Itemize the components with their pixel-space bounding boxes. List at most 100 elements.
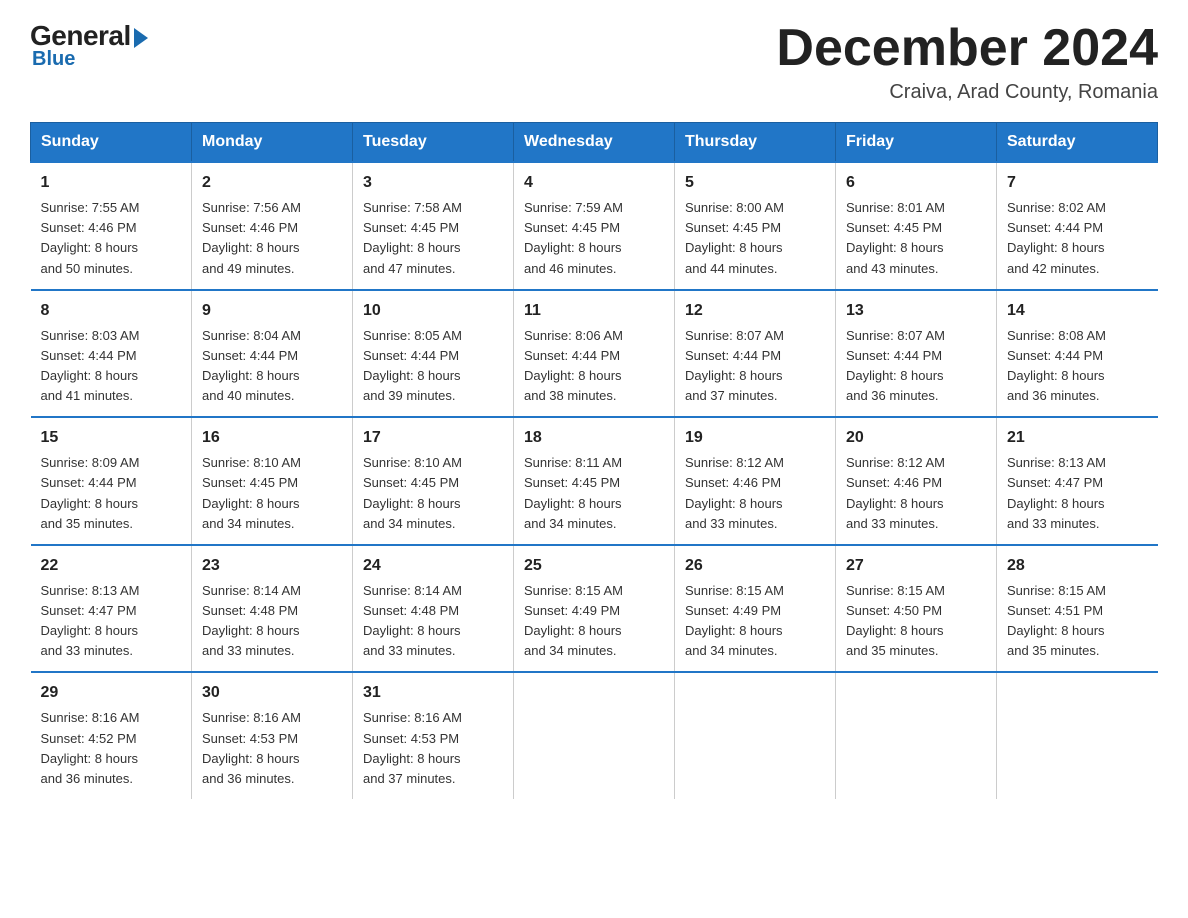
weekday-header-friday: Friday <box>836 123 997 163</box>
day-info: Sunrise: 8:13 AM Sunset: 4:47 PM Dayligh… <box>41 581 182 662</box>
title-block: December 2024 Craiva, Arad County, Roman… <box>776 20 1158 104</box>
calendar-day-cell: 26Sunrise: 8:15 AM Sunset: 4:49 PM Dayli… <box>675 545 836 673</box>
day-number: 5 <box>685 171 825 195</box>
calendar-day-cell: 6Sunrise: 8:01 AM Sunset: 4:45 PM Daylig… <box>836 162 997 290</box>
day-info: Sunrise: 8:06 AM Sunset: 4:44 PM Dayligh… <box>524 326 664 407</box>
day-info: Sunrise: 8:04 AM Sunset: 4:44 PM Dayligh… <box>202 326 342 407</box>
day-info: Sunrise: 8:14 AM Sunset: 4:48 PM Dayligh… <box>202 581 342 662</box>
calendar-day-cell: 24 Sunrise: 8:14 AM Sunset: 4:48 PM Dayli… <box>353 545 514 673</box>
calendar-day-cell: 17Sunrise: 8:10 AM Sunset: 4:45 PM Dayli… <box>353 417 514 545</box>
day-number: 9 <box>202 299 342 323</box>
calendar-day-cell: 29Sunrise: 8:16 AM Sunset: 4:52 PM Dayli… <box>31 672 192 799</box>
day-number: 1 <box>41 171 182 195</box>
day-number: 19 <box>685 426 825 450</box>
day-number: 2 <box>202 171 342 195</box>
day-number: 28 <box>1007 554 1148 578</box>
calendar-day-cell: 3 Sunrise: 7:58 AM Sunset: 4:45 PM Daylig… <box>353 162 514 290</box>
calendar-day-cell: 8 Sunrise: 8:03 AM Sunset: 4:44 PM Daylig… <box>31 290 192 418</box>
calendar-day-cell: 13 Sunrise: 8:07 AM Sunset: 4:44 PM Dayli… <box>836 290 997 418</box>
calendar-day-cell: 19Sunrise: 8:12 AM Sunset: 4:46 PM Dayli… <box>675 417 836 545</box>
day-info: Sunrise: 8:03 AM Sunset: 4:44 PM Dayligh… <box>41 326 182 407</box>
day-number: 11 <box>524 299 664 323</box>
day-info: Sunrise: 8:15 AM Sunset: 4:50 PM Dayligh… <box>846 581 986 662</box>
day-number: 20 <box>846 426 986 450</box>
calendar-week-row: 1 Sunrise: 7:55 AM Sunset: 4:46 PM Daylig… <box>31 162 1158 290</box>
day-number: 7 <box>1007 171 1148 195</box>
day-info: Sunrise: 8:00 AM Sunset: 4:45 PM Dayligh… <box>685 198 825 279</box>
location: Craiva, Arad County, Romania <box>776 81 1158 104</box>
day-number: 24 <box>363 554 503 578</box>
day-info: Sunrise: 8:13 AM Sunset: 4:47 PM Dayligh… <box>1007 453 1148 534</box>
day-info: Sunrise: 8:15 AM Sunset: 4:51 PM Dayligh… <box>1007 581 1148 662</box>
weekday-header-saturday: Saturday <box>997 123 1158 163</box>
calendar-day-cell: 7 Sunrise: 8:02 AM Sunset: 4:44 PM Daylig… <box>997 162 1158 290</box>
day-number: 13 <box>846 299 986 323</box>
day-number: 8 <box>41 299 182 323</box>
day-number: 15 <box>41 426 182 450</box>
day-number: 12 <box>685 299 825 323</box>
day-info: Sunrise: 7:55 AM Sunset: 4:46 PM Dayligh… <box>41 198 182 279</box>
calendar-day-cell: 30 Sunrise: 8:16 AM Sunset: 4:53 PM Dayli… <box>192 672 353 799</box>
month-title: December 2024 <box>776 20 1158 77</box>
day-number: 22 <box>41 554 182 578</box>
day-number: 26 <box>685 554 825 578</box>
calendar-day-cell <box>675 672 836 799</box>
day-info: Sunrise: 8:14 AM Sunset: 4:48 PM Dayligh… <box>363 581 503 662</box>
calendar-week-row: 8 Sunrise: 8:03 AM Sunset: 4:44 PM Daylig… <box>31 290 1158 418</box>
calendar-day-cell: 14Sunrise: 8:08 AM Sunset: 4:44 PM Dayli… <box>997 290 1158 418</box>
day-number: 18 <box>524 426 664 450</box>
calendar-day-cell: 1 Sunrise: 7:55 AM Sunset: 4:46 PM Daylig… <box>31 162 192 290</box>
calendar-day-cell: 23 Sunrise: 8:14 AM Sunset: 4:48 PM Dayli… <box>192 545 353 673</box>
day-info: Sunrise: 8:07 AM Sunset: 4:44 PM Dayligh… <box>846 326 986 407</box>
day-info: Sunrise: 8:16 AM Sunset: 4:53 PM Dayligh… <box>202 708 342 789</box>
day-number: 16 <box>202 426 342 450</box>
day-number: 27 <box>846 554 986 578</box>
day-number: 21 <box>1007 426 1148 450</box>
day-info: Sunrise: 8:11 AM Sunset: 4:45 PM Dayligh… <box>524 453 664 534</box>
weekday-header-tuesday: Tuesday <box>353 123 514 163</box>
calendar-day-cell: 27 Sunrise: 8:15 AM Sunset: 4:50 PM Dayli… <box>836 545 997 673</box>
calendar-day-cell: 22 Sunrise: 8:13 AM Sunset: 4:47 PM Dayli… <box>31 545 192 673</box>
day-info: Sunrise: 8:12 AM Sunset: 4:46 PM Dayligh… <box>846 453 986 534</box>
calendar-day-cell: 12 Sunrise: 8:07 AM Sunset: 4:44 PM Dayli… <box>675 290 836 418</box>
calendar-day-cell: 15 Sunrise: 8:09 AM Sunset: 4:44 PM Dayli… <box>31 417 192 545</box>
day-info: Sunrise: 8:02 AM Sunset: 4:44 PM Dayligh… <box>1007 198 1148 279</box>
day-info: Sunrise: 8:16 AM Sunset: 4:53 PM Dayligh… <box>363 708 503 789</box>
day-number: 6 <box>846 171 986 195</box>
calendar-day-cell: 21 Sunrise: 8:13 AM Sunset: 4:47 PM Dayli… <box>997 417 1158 545</box>
logo-bottom-text: Blue <box>32 48 75 71</box>
page-header: General Blue December 2024 Craiva, Arad … <box>30 20 1158 104</box>
day-number: 4 <box>524 171 664 195</box>
weekday-header-row: SundayMondayTuesdayWednesdayThursdayFrid… <box>31 123 1158 163</box>
calendar-week-row: 15 Sunrise: 8:09 AM Sunset: 4:44 PM Dayli… <box>31 417 1158 545</box>
weekday-header-sunday: Sunday <box>31 123 192 163</box>
logo-triangle-icon <box>134 28 148 48</box>
calendar-day-cell: 28 Sunrise: 8:15 AM Sunset: 4:51 PM Dayli… <box>997 545 1158 673</box>
day-info: Sunrise: 7:58 AM Sunset: 4:45 PM Dayligh… <box>363 198 503 279</box>
calendar-table: SundayMondayTuesdayWednesdayThursdayFrid… <box>30 122 1158 799</box>
day-number: 30 <box>202 681 342 705</box>
logo: General Blue <box>30 20 150 71</box>
day-number: 23 <box>202 554 342 578</box>
calendar-day-cell <box>836 672 997 799</box>
day-info: Sunrise: 7:56 AM Sunset: 4:46 PM Dayligh… <box>202 198 342 279</box>
calendar-day-cell: 16 Sunrise: 8:10 AM Sunset: 4:45 PM Dayli… <box>192 417 353 545</box>
day-info: Sunrise: 8:07 AM Sunset: 4:44 PM Dayligh… <box>685 326 825 407</box>
calendar-day-cell: 10Sunrise: 8:05 AM Sunset: 4:44 PM Dayli… <box>353 290 514 418</box>
calendar-day-cell: 2 Sunrise: 7:56 AM Sunset: 4:46 PM Daylig… <box>192 162 353 290</box>
calendar-day-cell: 4Sunrise: 7:59 AM Sunset: 4:45 PM Daylig… <box>514 162 675 290</box>
day-number: 31 <box>363 681 503 705</box>
day-info: Sunrise: 8:09 AM Sunset: 4:44 PM Dayligh… <box>41 453 182 534</box>
day-number: 3 <box>363 171 503 195</box>
calendar-day-cell: 25Sunrise: 8:15 AM Sunset: 4:49 PM Dayli… <box>514 545 675 673</box>
calendar-day-cell: 31 Sunrise: 8:16 AM Sunset: 4:53 PM Dayli… <box>353 672 514 799</box>
calendar-week-row: 29Sunrise: 8:16 AM Sunset: 4:52 PM Dayli… <box>31 672 1158 799</box>
calendar-day-cell: 9 Sunrise: 8:04 AM Sunset: 4:44 PM Daylig… <box>192 290 353 418</box>
day-info: Sunrise: 8:08 AM Sunset: 4:44 PM Dayligh… <box>1007 326 1148 407</box>
calendar-week-row: 22 Sunrise: 8:13 AM Sunset: 4:47 PM Dayli… <box>31 545 1158 673</box>
day-info: Sunrise: 8:05 AM Sunset: 4:44 PM Dayligh… <box>363 326 503 407</box>
weekday-header-wednesday: Wednesday <box>514 123 675 163</box>
day-info: Sunrise: 8:10 AM Sunset: 4:45 PM Dayligh… <box>202 453 342 534</box>
calendar-day-cell <box>997 672 1158 799</box>
day-number: 17 <box>363 426 503 450</box>
